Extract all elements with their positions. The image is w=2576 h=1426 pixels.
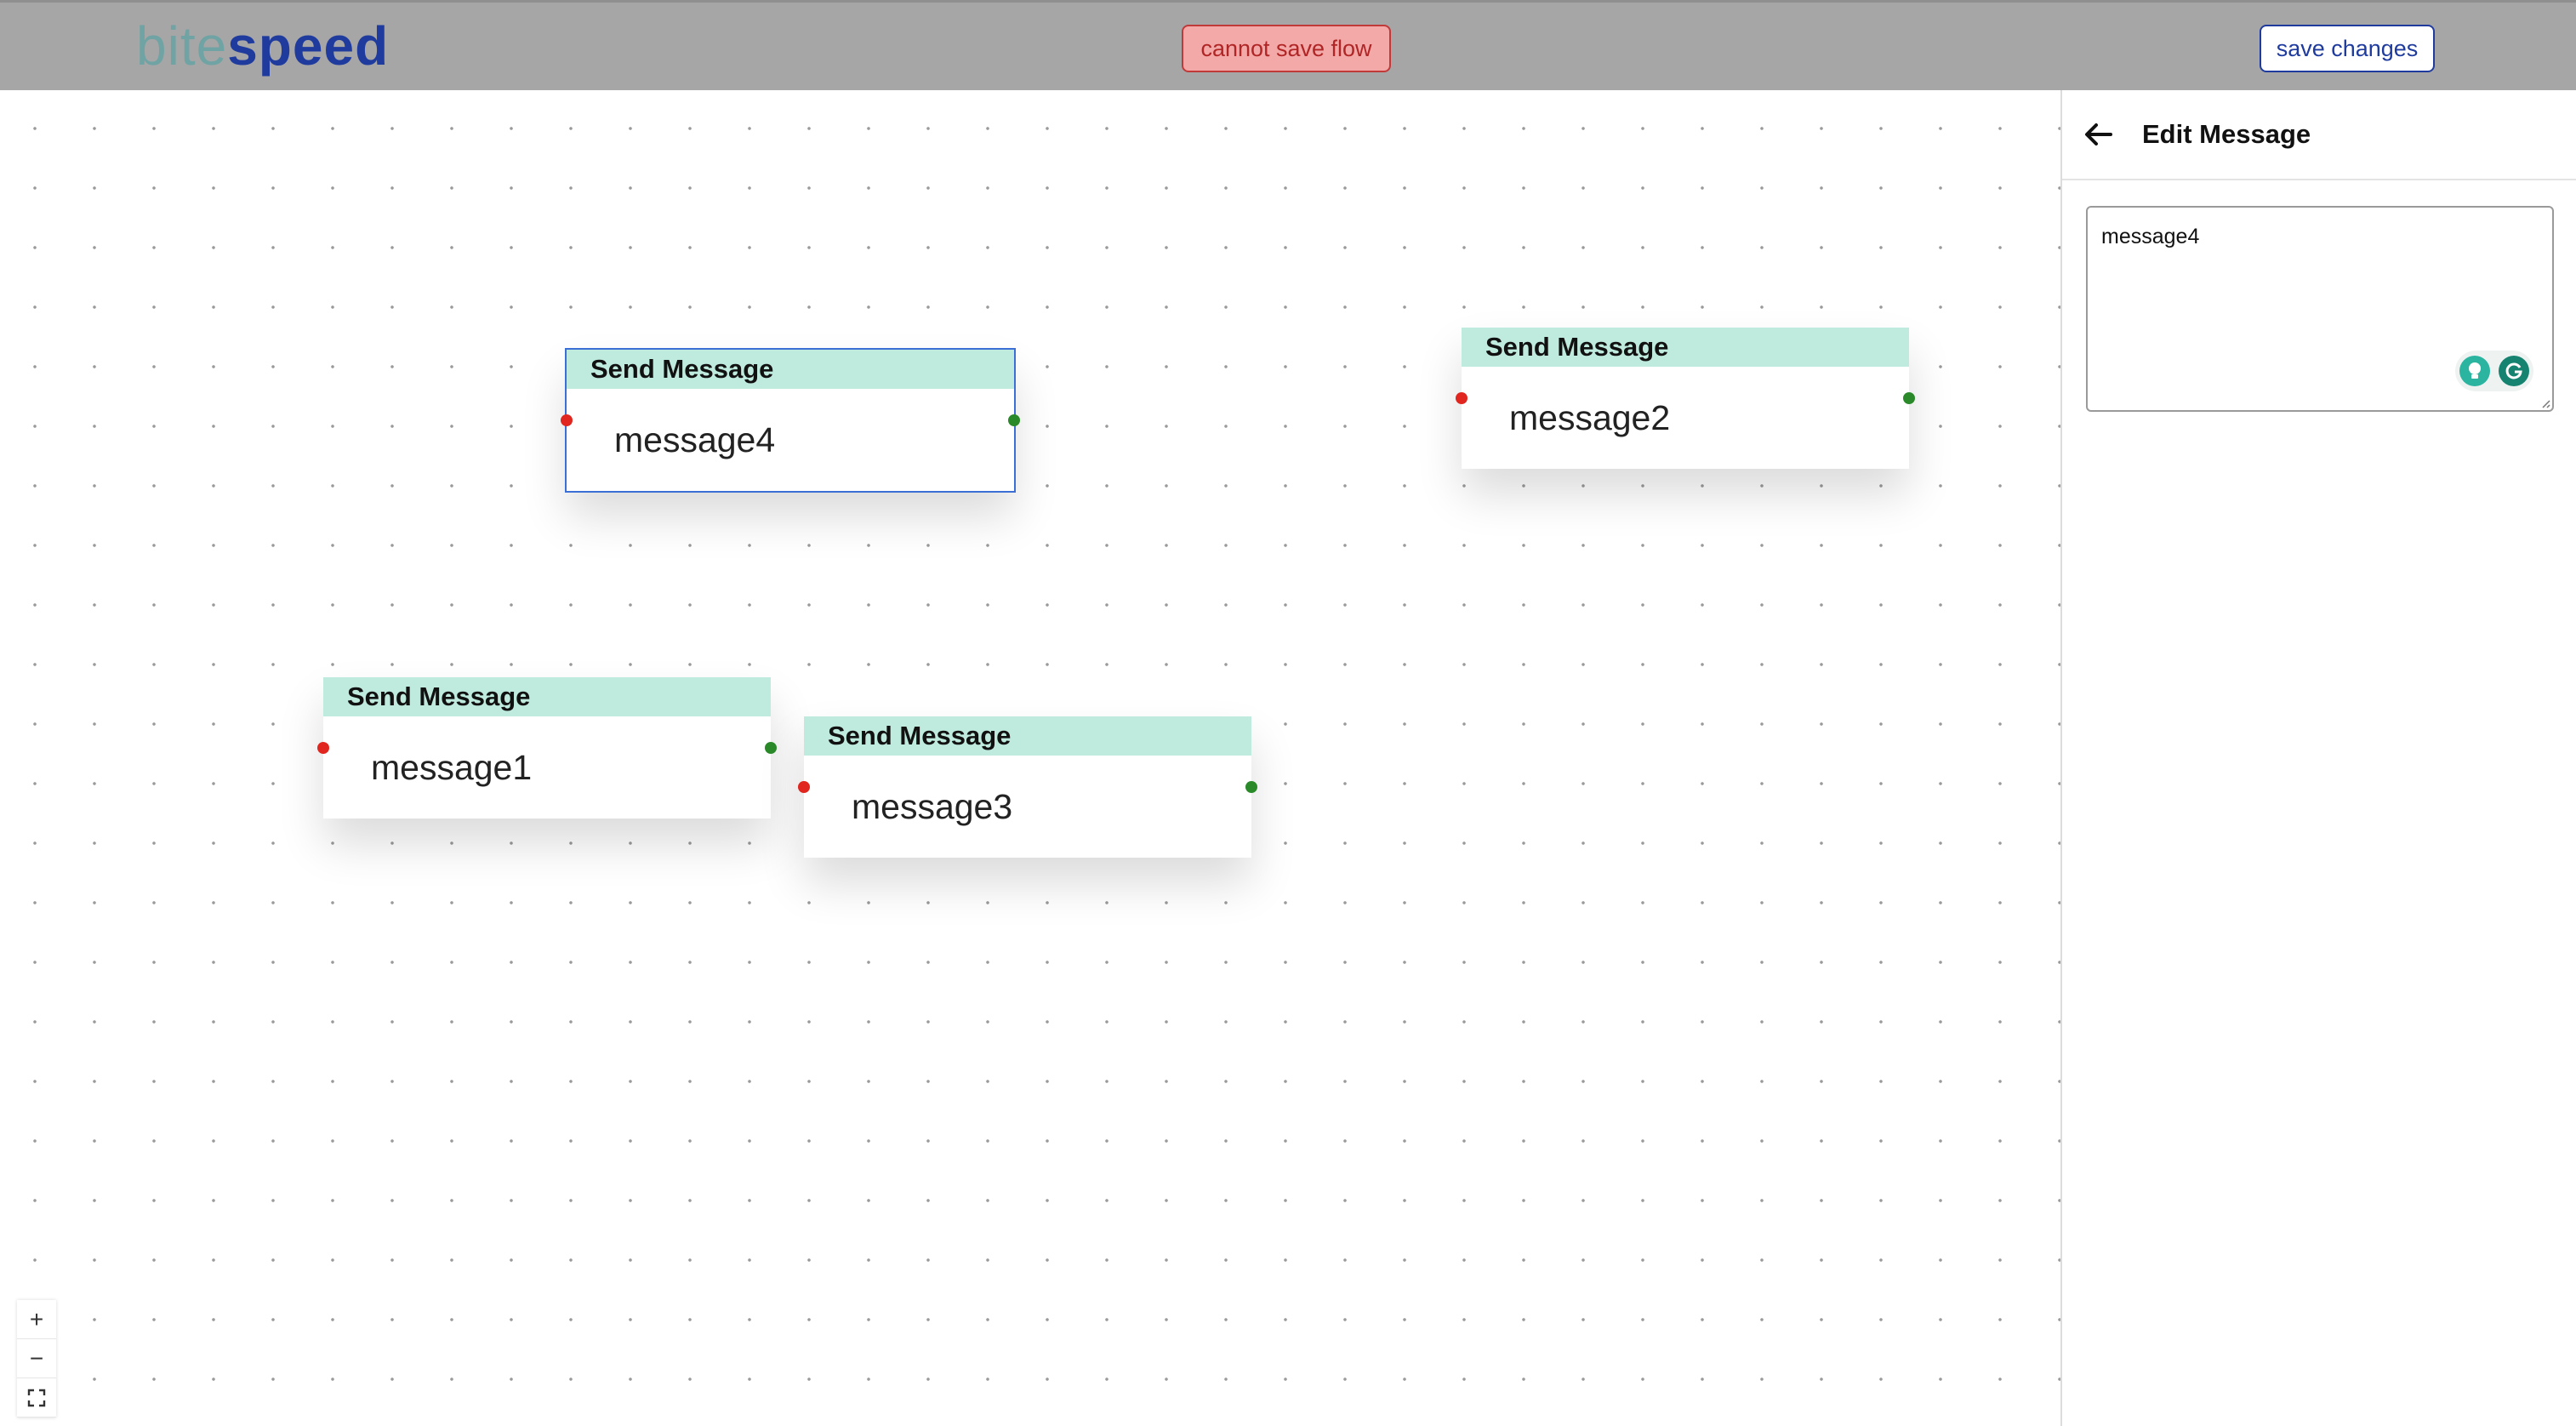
source-handle[interactable] [1903,392,1915,404]
writing-assistant-icons [2455,351,2533,391]
save-changes-button[interactable]: save changes [2260,25,2435,72]
message-node-2[interactable]: Send Message message2 [1456,328,1915,469]
node-header: Send Message [1462,328,1909,367]
back-button[interactable] [2084,117,2118,151]
panel-title: Edit Message [2142,119,2311,149]
settings-panel: Edit Message message4 [2060,90,2576,1426]
message-node-4[interactable]: Send Message message4 [561,348,1020,493]
source-handle[interactable] [1008,414,1020,426]
cannot-save-flow-alert[interactable]: cannot save flow [1182,25,1391,72]
node-header: Send Message [567,350,1014,389]
source-handle[interactable] [1245,781,1257,793]
zoom-out-button[interactable]: − [17,1339,56,1378]
message-node-1[interactable]: Send Message message1 [317,677,777,819]
message-text-field: message4 [2086,206,2554,412]
top-bar: bitespeed cannot save flow save changes [0,0,2576,90]
node-text: message2 [1509,398,1671,437]
logo: bitespeed [136,15,390,77]
zoom-in-button[interactable]: + [17,1300,56,1339]
panel-header: Edit Message [2062,90,2576,180]
target-handle[interactable] [317,742,329,754]
fit-view-button[interactable] [17,1378,56,1417]
fit-view-icon [27,1389,46,1406]
node-header: Send Message [804,716,1251,756]
arrow-left-icon [2085,123,2112,145]
target-handle[interactable] [1456,392,1468,404]
node-text: message3 [852,787,1013,826]
node-text: message1 [371,748,533,787]
target-handle[interactable] [561,414,573,426]
message-node-3[interactable]: Send Message message3 [798,716,1257,858]
minus-icon: − [29,1344,44,1372]
target-handle[interactable] [798,781,810,793]
flow-canvas[interactable]: Send Message message4 Send Message messa… [0,90,2060,1426]
zoom-controls: + − [17,1300,56,1417]
node-header: Send Message [323,677,771,716]
source-handle[interactable] [765,742,777,754]
resize-grip-icon[interactable] [2539,396,2550,408]
lightbulb-icon[interactable] [2459,356,2490,386]
grammarly-icon[interactable] [2499,356,2529,386]
node-text: message4 [614,420,776,459]
plus-icon: + [29,1305,44,1332]
